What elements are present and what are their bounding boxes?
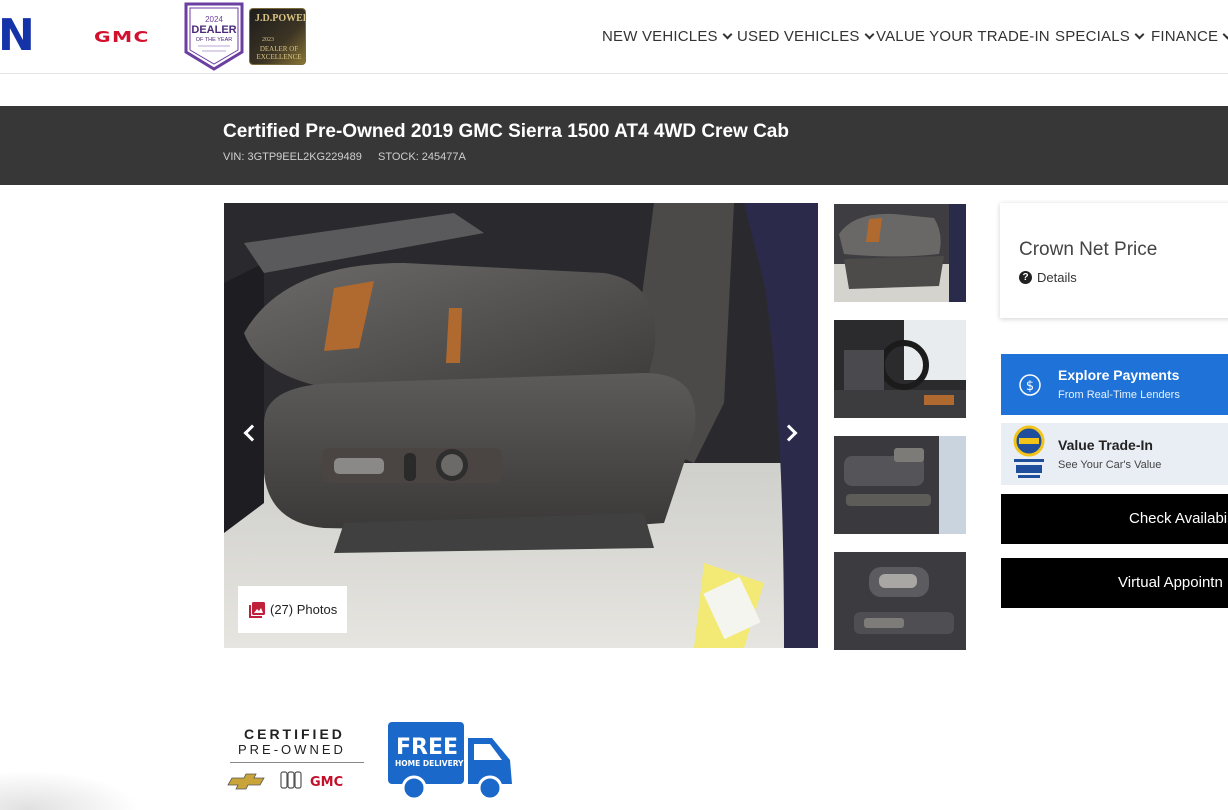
vehicle-title: Certified Pre-Owned 2019 GMC Sierra 1500… — [223, 121, 789, 142]
main-vehicle-photo[interactable] — [224, 203, 818, 648]
cpo-gmc-text: GMC — [310, 775, 343, 790]
dollar-circle-icon: $ — [1019, 374, 1041, 396]
certified-pre-owned-logo: CERTIFIED PRE-OWNED GMC — [226, 726, 366, 796]
site-header: N GMC 2024 DEALER OF THE YEAR J.D.POWER … — [0, 0, 1228, 74]
vehicle-vin: VIN: 3GTP9EEL2KG229489 — [223, 151, 362, 163]
doty-year: 2024 — [205, 15, 223, 24]
chevron-left-icon — [243, 424, 261, 442]
explore-payments-button[interactable]: $ Explore Payments From Real-Time Lender… — [1001, 354, 1228, 415]
vehicle-title-bar — [0, 106, 1228, 185]
price-box: Crown Net Price ? Details — [1000, 203, 1228, 318]
question-icon: ? — [1019, 271, 1032, 284]
chevron-down-icon — [722, 29, 733, 39]
price-title: Crown Net Price — [1019, 239, 1158, 260]
thumbnail-2[interactable] — [834, 320, 966, 418]
dealer-logo[interactable]: N — [0, 14, 35, 58]
chevron-down-icon — [1134, 29, 1145, 39]
jd-power-badge: J.D.POWER 2023 DEALER OF EXCELLENCE — [249, 8, 306, 65]
nav-specials[interactable]: SPECIALS — [1055, 26, 1145, 46]
doty-of-the-year: OF THE YEAR — [196, 37, 233, 43]
nav-used-vehicles[interactable]: USED VEHICLES — [737, 26, 875, 46]
chevron-down-icon — [1222, 29, 1228, 39]
check-availability-button[interactable]: Check Availabi — [1001, 494, 1228, 544]
photos-count-button[interactable]: (27) Photos — [238, 586, 347, 633]
doty-dealer: DEALER — [191, 24, 236, 36]
nav-new-vehicles[interactable]: NEW VEHICLES — [602, 26, 733, 46]
chevron-right-icon — [780, 424, 798, 442]
corner-shadow — [0, 770, 140, 810]
nav-value-your-trade-in[interactable]: VALUE YOUR TRADE-IN — [876, 26, 1050, 46]
svg-text:$: $ — [1026, 379, 1034, 394]
photos-icon — [249, 601, 265, 618]
vehicle-stock: STOCK: 245477A — [378, 151, 466, 163]
value-trade-in-button[interactable]: Value Trade-In See Your Car's Value — [1001, 423, 1228, 485]
free-text: FREE — [396, 735, 458, 760]
kbb-logo-icon — [1013, 425, 1045, 478]
price-details-link[interactable]: ? Details — [1019, 270, 1077, 285]
gallery-next-button[interactable] — [769, 405, 809, 461]
free-home-delivery-badge: FREE HOME DELIVERY — [388, 720, 518, 801]
home-delivery-text: HOME DELIVERY — [395, 759, 464, 768]
thumbnail-4[interactable] — [834, 552, 966, 650]
virtual-appointment-button[interactable]: Virtual Appointn — [1001, 558, 1228, 608]
dealer-of-the-year-badge: 2024 DEALER OF THE YEAR — [184, 2, 244, 71]
nav-finance[interactable]: FINANCE — [1151, 26, 1228, 46]
thumbnail-1[interactable] — [834, 204, 966, 302]
gm-brands-icon: GMC — [227, 771, 343, 790]
gallery-prev-button[interactable] — [232, 405, 272, 461]
gmc-logo[interactable]: GMC — [94, 28, 150, 46]
thumbnail-3[interactable] — [834, 436, 966, 534]
chevron-down-icon — [864, 29, 875, 39]
